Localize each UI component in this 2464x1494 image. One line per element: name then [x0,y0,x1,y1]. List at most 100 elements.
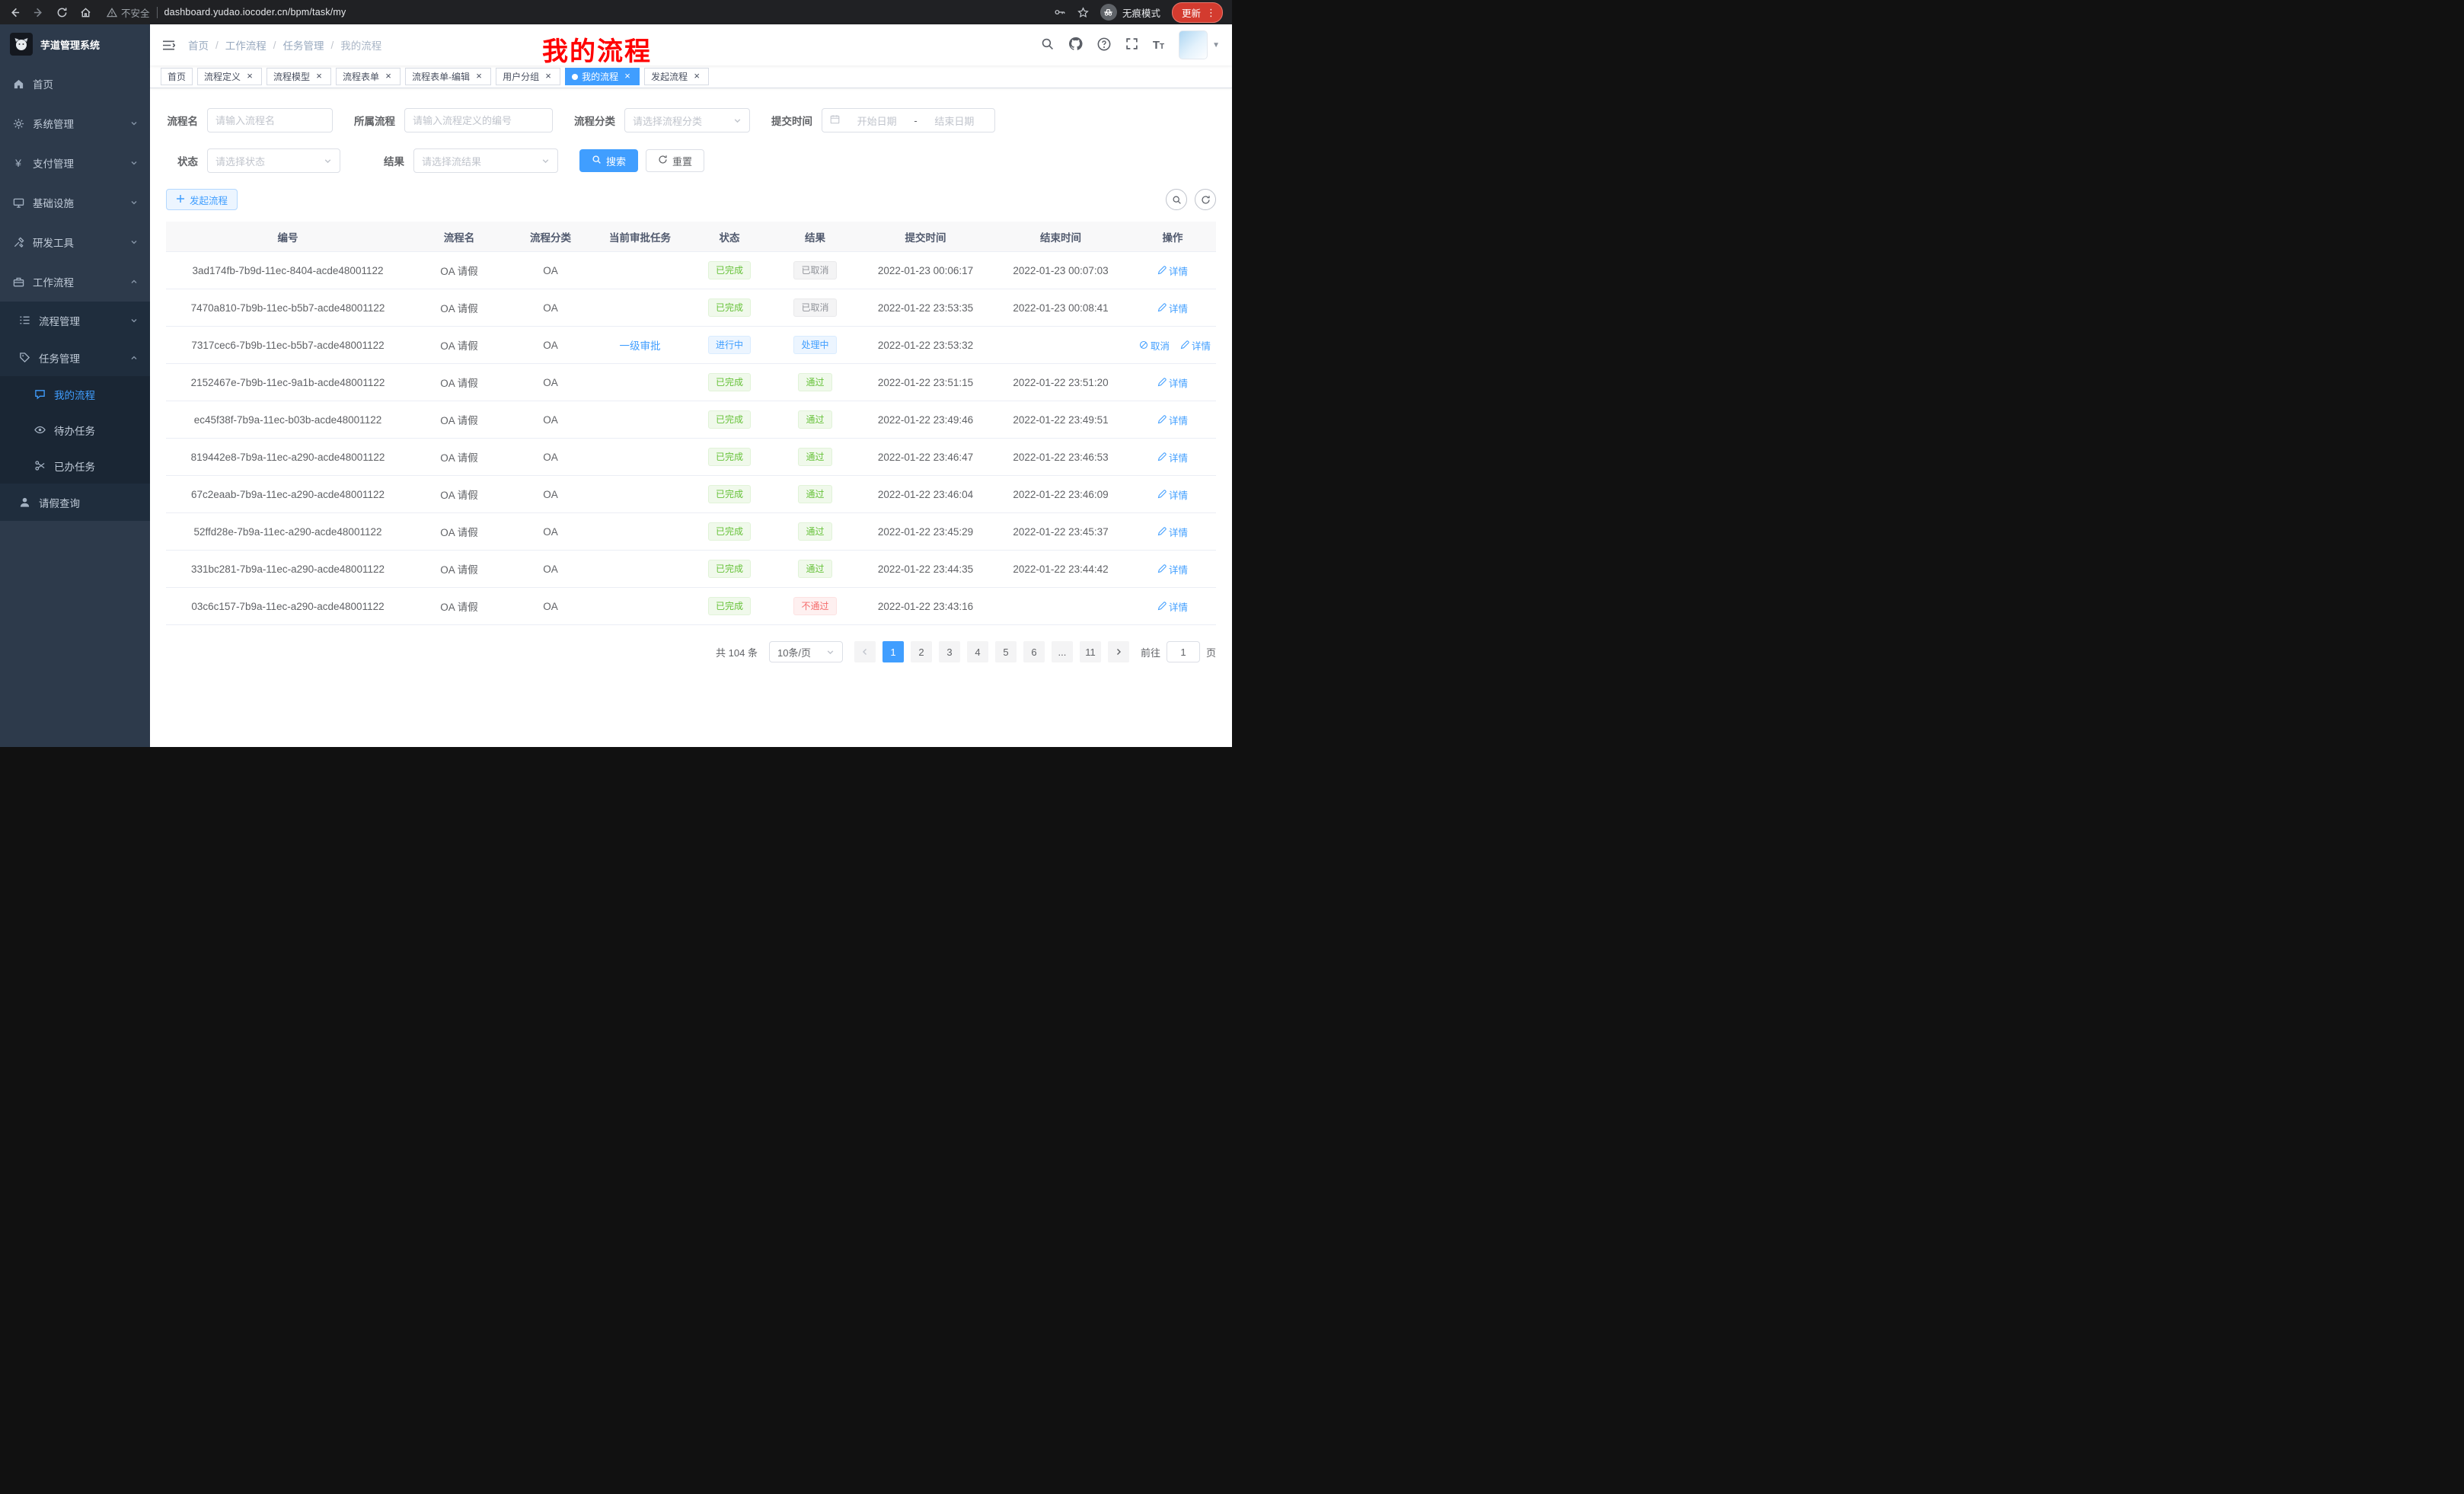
table-row: 7317cec6-7b9b-11ec-b5b7-acde48001122OA 请… [166,327,1216,364]
cell-category: OA [509,450,592,464]
date-range-picker[interactable]: 开始日期 - 结束日期 [822,108,995,132]
update-button[interactable]: 更新 ⋮ [1172,2,1223,23]
cancel-action-button[interactable]: 取消 [1139,338,1170,353]
page-size-select[interactable]: 10条/页 [769,641,843,662]
process-name-input[interactable] [215,115,324,126]
bookmark-star-icon[interactable] [1077,7,1089,18]
reset-button[interactable]: 重置 [646,149,704,172]
result-select[interactable]: 请选择流结果 [413,148,558,173]
home-icon[interactable] [80,7,91,18]
security-indicator[interactable]: 不安全 [107,5,150,20]
tab-item[interactable]: 发起流程× [644,68,709,85]
github-icon[interactable] [1068,37,1083,53]
url-text[interactable]: dashboard.yudao.iocoder.cn/bpm/task/my [164,7,346,18]
next-page-button[interactable] [1108,641,1129,662]
sidebar-item-system[interactable]: 系统管理 [0,104,150,143]
detail-action-button[interactable]: 详情 [1157,263,1188,278]
parent-process-input[interactable] [413,115,544,126]
search-button[interactable]: 搜索 [579,149,638,172]
toolbar: 发起流程 [166,189,1216,210]
tab-close-icon[interactable]: × [691,72,702,82]
detail-action-button[interactable]: 详情 [1157,562,1188,576]
breadcrumb-item[interactable]: 任务管理 [283,37,324,53]
avatar[interactable] [1179,30,1208,59]
app-title: 芋道管理系统 [40,37,100,52]
cell-submit-time: 2022-01-22 23:49:46 [859,413,992,427]
sidebar-item-leave-query[interactable]: 请假查询 [0,484,150,521]
pager-more-button[interactable]: ... [1052,641,1073,662]
breadcrumb: 首页/工作流程/任务管理/我的流程 [188,37,381,53]
sidebar-item-my-processes[interactable]: 我的流程 [0,376,150,412]
sidebar-item-payment[interactable]: ¥ 支付管理 [0,143,150,183]
sidebar-item-devtools[interactable]: 研发工具 [0,222,150,262]
tab-item[interactable]: 流程定义× [197,68,262,85]
search-icon[interactable] [1041,37,1054,53]
page-button[interactable]: 11 [1080,641,1101,662]
user-menu[interactable]: ▼ [1179,30,1220,59]
sidebar-item-process-management[interactable]: 流程管理 [0,302,150,339]
address-bar[interactable]: 不安全 dashboard.yudao.iocoder.cn/bpm/task/… [107,5,346,20]
detail-action-button[interactable]: 详情 [1157,599,1188,614]
tab-close-icon[interactable]: × [244,72,255,82]
current-task-link[interactable]: 一级审批 [620,340,661,352]
breadcrumb-item[interactable]: 工作流程 [225,37,267,53]
page-button[interactable]: 5 [995,641,1017,662]
back-icon[interactable] [9,7,21,18]
category-select[interactable]: 请选择流程分类 [624,108,750,132]
detail-action-button[interactable]: 详情 [1157,487,1188,502]
filter-status: 状态 请选择状态 [166,148,340,173]
detail-icon [1157,490,1167,499]
detail-action-button[interactable]: 详情 [1157,413,1188,427]
cell-current-task [592,567,688,570]
sidebar-item-workflow[interactable]: 工作流程 [0,262,150,302]
page-button[interactable]: 1 [883,641,904,662]
breadcrumb-item[interactable]: 首页 [188,37,209,53]
active-tab-dot-icon [572,74,578,80]
goto-page-input[interactable] [1167,641,1200,662]
sidebar-item-infrastructure[interactable]: 基础设施 [0,183,150,222]
detail-action-button[interactable]: 详情 [1157,525,1188,539]
sidebar-item-task-management[interactable]: 任务管理 [0,339,150,376]
tab-item[interactable]: 流程模型× [267,68,331,85]
tab-close-icon[interactable]: × [622,72,633,82]
tab-item[interactable]: 首页 [161,68,193,85]
cell-submit-time: 2022-01-22 23:46:04 [859,487,992,502]
tab-close-icon[interactable]: × [314,72,324,82]
tab-item[interactable]: 用户分组× [496,68,560,85]
sidebar-item-home[interactable]: 首页 [0,64,150,104]
toggle-search-button[interactable] [1166,189,1187,210]
refresh-table-button[interactable] [1195,189,1216,210]
page-button[interactable]: 4 [967,641,988,662]
detail-action-button[interactable]: 详情 [1157,375,1188,390]
tab-item[interactable]: 流程表单× [336,68,401,85]
tab-active[interactable]: 我的流程× [565,68,640,85]
cell-actions: 详情 [1129,598,1216,615]
forward-icon[interactable] [33,7,44,18]
browser-menu-icon[interactable]: ⋮ [1206,8,1216,18]
detail-action-button[interactable]: 详情 [1180,338,1211,353]
page-button[interactable]: 6 [1023,641,1045,662]
tab-close-icon[interactable]: × [383,72,394,82]
detail-action-button[interactable]: 详情 [1157,450,1188,464]
help-icon[interactable] [1097,37,1111,53]
detail-action-button[interactable]: 详情 [1157,301,1188,315]
font-size-icon[interactable]: TT [1153,39,1164,52]
logo[interactable]: 芋道管理系统 [0,24,150,64]
sidebar-item-todo-tasks[interactable]: 待办任务 [0,412,150,448]
page-button[interactable]: 3 [939,641,960,662]
breadcrumb-separator: / [215,40,219,51]
create-process-button[interactable]: 发起流程 [166,189,238,210]
sidebar-item-done-tasks[interactable]: 已办任务 [0,448,150,484]
tab-close-icon[interactable]: × [474,72,484,82]
cell-process-name: OA 请假 [410,298,509,317]
table-row: 3ad174fb-7b9d-11ec-8404-acde48001122OA 请… [166,252,1216,289]
reload-icon[interactable] [56,7,68,18]
page-button[interactable]: 2 [911,641,932,662]
tab-item[interactable]: 流程表单-编辑× [405,68,491,85]
prev-page-button[interactable] [854,641,876,662]
hamburger-icon[interactable] [162,40,175,51]
tab-close-icon[interactable]: × [543,72,554,82]
status-select[interactable]: 请选择状态 [207,148,340,173]
key-icon[interactable] [1054,7,1066,18]
fullscreen-icon[interactable] [1125,37,1138,53]
